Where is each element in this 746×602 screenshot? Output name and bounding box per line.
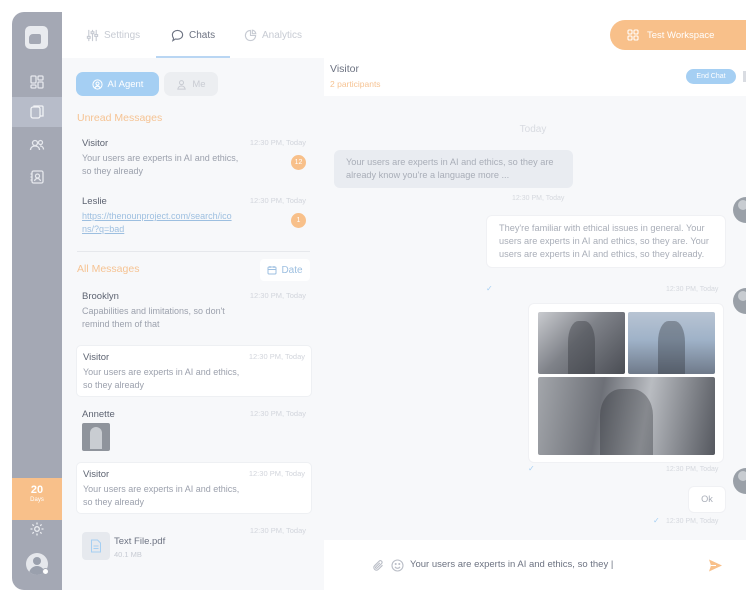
- pie-chart-icon: [244, 29, 257, 41]
- trial-days-badge[interactable]: 20 Days: [12, 478, 62, 520]
- outgoing-message: Ok: [688, 486, 726, 513]
- section-divider: [77, 251, 310, 252]
- list-item[interactable]: Annette 12:30 PM, Today: [76, 403, 312, 459]
- message-preview: Your users are experts in AI and ethics,…: [83, 484, 240, 507]
- days-label: Days: [30, 497, 44, 503]
- top-nav: Settings Chats Analytics Test Workspace: [62, 12, 746, 58]
- outgoing-message: They're familiar with ethical issues in …: [486, 215, 726, 268]
- list-item[interactable]: Leslie 12:30 PM, Today https://thenounpr…: [76, 190, 312, 240]
- message-preview: Your users are experts in AI and ethics,…: [83, 367, 240, 390]
- chat-title: Visitor: [330, 63, 359, 75]
- filter-me[interactable]: Me: [164, 72, 218, 96]
- users-icon[interactable]: [12, 130, 62, 160]
- avatar-status-dot: [42, 568, 49, 575]
- tab-settings[interactable]: Settings: [86, 12, 140, 58]
- delivered-check-icon: ✓: [528, 464, 535, 473]
- filter-ai-agent[interactable]: AI Agent: [76, 72, 159, 96]
- incoming-message: Your users are experts in AI and ethics,…: [334, 150, 573, 188]
- gallery-photo[interactable]: [538, 377, 715, 455]
- list-item[interactable]: Brooklyn 12:30 PM, Today Capabilities an…: [76, 285, 312, 337]
- list-item[interactable]: 12:30 PM, Today Text File.pdf 40.1 MB: [76, 520, 312, 570]
- attach-icon[interactable]: [372, 559, 385, 572]
- list-item[interactable]: Visitor 12:30 PM, Today Your users are e…: [76, 345, 312, 397]
- message-time: 12:30 PM, Today: [249, 409, 306, 418]
- contact-name: Visitor: [82, 138, 109, 149]
- message-time: 12:30 PM, Today: [249, 138, 306, 147]
- message-preview: Capabilities and limitations, so don't r…: [82, 306, 225, 329]
- emoji-icon[interactable]: [391, 559, 404, 572]
- file-name[interactable]: Text File.pdf: [114, 536, 165, 547]
- sliders-icon: [86, 29, 99, 41]
- bot-icon: [91, 78, 103, 90]
- gear-icon[interactable]: [29, 521, 45, 537]
- chat-header: Visitor 2 participants End Chat: [324, 58, 746, 96]
- chats-icon[interactable]: [12, 97, 62, 127]
- days-count: 20: [30, 484, 44, 496]
- contact-name: Visitor: [83, 352, 110, 363]
- app-logo[interactable]: [25, 26, 48, 49]
- grid-icon: [627, 29, 639, 41]
- unread-count-badge: 1: [291, 213, 306, 228]
- agent-avatar: [733, 197, 746, 223]
- image-thumbnail[interactable]: [82, 423, 110, 451]
- message-preview: Your users are experts in AI and ethics,…: [82, 153, 239, 176]
- message-time: 12:30 PM, Today: [666, 286, 719, 293]
- chat-bubble-icon: [171, 29, 184, 42]
- gallery-photo[interactable]: [628, 312, 715, 374]
- message-time: 12:30 PM, Today: [666, 466, 719, 473]
- list-item[interactable]: Visitor 12:30 PM, Today Your users are e…: [76, 462, 312, 514]
- file-icon: [82, 532, 110, 560]
- unread-count-badge: 12: [291, 155, 306, 170]
- message-composer[interactable]: Your users are experts in AI and ethics,…: [358, 546, 744, 586]
- all-messages-title: All Messages: [77, 263, 140, 275]
- calendar-icon: [267, 266, 277, 275]
- tab-chats[interactable]: Chats: [155, 12, 231, 58]
- workspace-button[interactable]: Test Workspace: [610, 20, 746, 50]
- delivered-check-icon: ✓: [653, 516, 660, 525]
- tab-analytics[interactable]: Analytics: [244, 12, 302, 58]
- agent-avatar: [733, 288, 746, 314]
- message-time: 12:30 PM, Today: [248, 352, 305, 361]
- tab-analytics-label: Analytics: [262, 29, 303, 41]
- contacts-icon[interactable]: [12, 162, 62, 192]
- message-time: 12:30 PM, Today: [666, 518, 719, 525]
- agent-avatar: [733, 468, 746, 494]
- participants-count[interactable]: 2 participants: [330, 79, 381, 89]
- message-time: 12:30 PM, Today: [248, 469, 305, 478]
- contact-name: Annette: [82, 409, 115, 420]
- date-filter-label: Date: [281, 264, 303, 276]
- filter-me-label: Me: [192, 78, 206, 90]
- message-time: 12:30 PM, Today: [249, 291, 306, 300]
- composer-input[interactable]: Your users are experts in AI and ethics,…: [410, 559, 613, 570]
- delivered-check-icon: ✓: [486, 284, 493, 293]
- message-time: 12:30 PM, Today: [249, 196, 306, 205]
- gallery-photo[interactable]: [538, 312, 625, 374]
- message-preview-link[interactable]: https://thenounproject.com/search/icons/…: [82, 210, 232, 236]
- chat-messages: Today Your users are experts in AI and e…: [324, 96, 746, 540]
- left-rail: 20 Days: [12, 12, 62, 590]
- tab-settings-label: Settings: [104, 29, 141, 41]
- tab-chats-label: Chats: [189, 29, 216, 41]
- contact-name: Leslie: [82, 196, 107, 207]
- day-separator: Today: [519, 124, 547, 135]
- workspace-label: Test Workspace: [647, 29, 715, 41]
- message-time: 12:30 PM, Today: [512, 195, 565, 202]
- message-time: 12:30 PM, Today: [249, 526, 306, 535]
- dashboard-icon[interactable]: [12, 67, 62, 97]
- file-size: 40.1 MB: [114, 550, 142, 559]
- list-item[interactable]: Visitor 12:30 PM, Today Your users are e…: [76, 132, 312, 182]
- end-chat-button[interactable]: End Chat: [686, 69, 736, 84]
- date-filter-button[interactable]: Date: [260, 259, 310, 281]
- image-gallery-message[interactable]: [528, 303, 724, 463]
- conversation-list: AI Agent Me Unread Messages Visitor 12:3…: [62, 58, 324, 590]
- contact-name: Visitor: [83, 469, 110, 480]
- person-icon: [177, 79, 187, 90]
- send-icon[interactable]: [708, 558, 723, 573]
- contact-name: Brooklyn: [82, 291, 119, 302]
- unread-messages-title: Unread Messages: [77, 112, 163, 124]
- filter-ai-agent-label: AI Agent: [107, 78, 144, 90]
